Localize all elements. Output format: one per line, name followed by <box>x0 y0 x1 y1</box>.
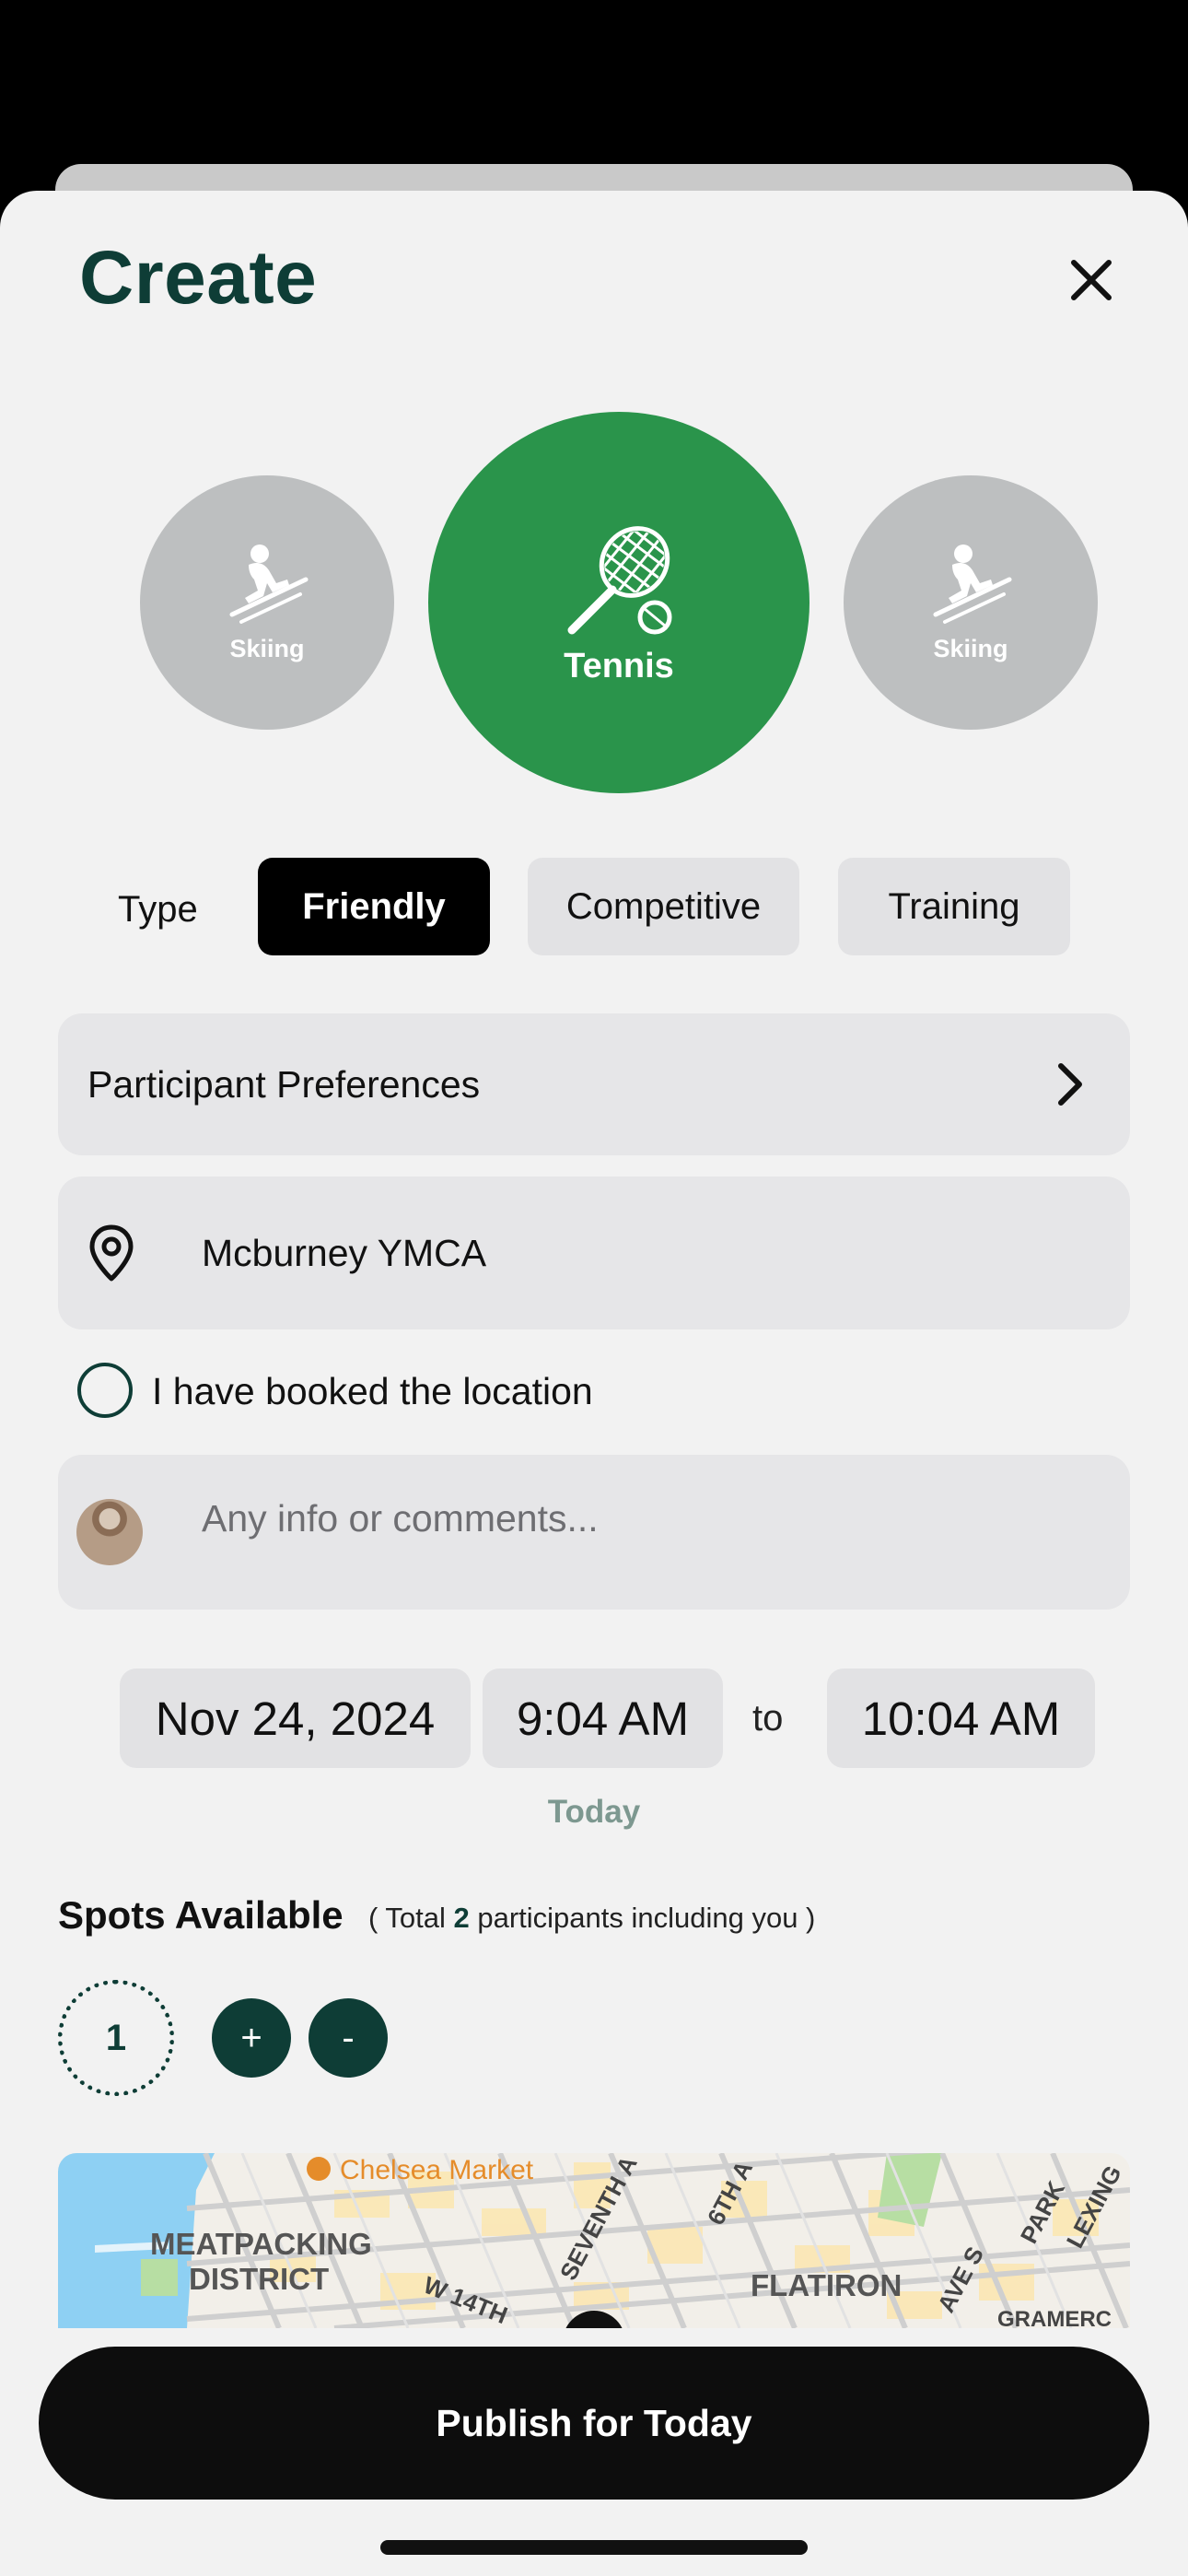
spots-note: ( Total 2 participants including you ) <box>368 1902 815 1935</box>
to-label: to <box>752 1698 784 1739</box>
home-indicator <box>380 2540 808 2555</box>
type-label: Type <box>118 889 198 930</box>
chevron-right-icon <box>1058 1063 1082 1106</box>
map-label-flatiron: FLATIRON <box>751 2268 902 2302</box>
sport-option-skiing-left[interactable]: Skiing <box>140 475 394 730</box>
location-map[interactable]: Chelsea Market MEATPACKING DISTRICT FLAT… <box>58 2153 1130 2328</box>
map-canvas: Chelsea Market MEATPACKING DISTRICT FLAT… <box>58 2153 1130 2328</box>
map-label-meatpacking: MEATPACKING <box>150 2227 372 2261</box>
tennis-racket-icon <box>567 521 678 634</box>
sport-label: Tennis <box>564 646 674 685</box>
spots-count: 1 <box>58 1980 174 2096</box>
map-label-gramercy: GRAMERC <box>997 2307 1112 2328</box>
spots-total: 2 <box>453 1902 470 1934</box>
spots-note-suffix: participants including you ) <box>469 1902 816 1934</box>
sport-label: Skiing <box>933 634 1008 662</box>
location-field[interactable]: Mcburney YMCA <box>58 1177 1130 1329</box>
type-chip-competitive[interactable]: Competitive <box>528 858 799 955</box>
map-label-district: DISTRICT <box>189 2262 329 2296</box>
type-chip-training[interactable]: Training <box>838 858 1070 955</box>
map-label-chelsea-market: Chelsea Market <box>340 2155 534 2185</box>
publish-button[interactable]: Publish for Today <box>39 2347 1149 2500</box>
participant-preferences-label: Participant Preferences <box>87 1062 481 1106</box>
comments-input[interactable]: Any info or comments... <box>202 1497 599 1540</box>
create-sheet: Create Skiing Tennis Skiing Type Friendl… <box>0 191 1188 2576</box>
start-time-picker[interactable]: 9:04 AM <box>483 1669 723 1768</box>
skier-icon <box>933 544 1012 624</box>
sport-label: Skiing <box>229 634 305 662</box>
location-pin-icon <box>89 1224 134 1282</box>
spots-note-prefix: ( Total <box>368 1902 454 1934</box>
sport-option-skiing-right[interactable]: Skiing <box>844 475 1098 730</box>
avatar <box>76 1499 143 1565</box>
end-time-picker[interactable]: 10:04 AM <box>827 1669 1095 1768</box>
relative-day-label: Today <box>547 1794 641 1830</box>
date-picker[interactable]: Nov 24, 2024 <box>120 1669 471 1768</box>
page-title: Create <box>79 236 318 320</box>
skier-icon <box>229 544 309 624</box>
booked-location-radio[interactable] <box>77 1363 133 1418</box>
comments-field[interactable]: Any info or comments... <box>58 1455 1130 1610</box>
participant-preferences-row[interactable]: Participant Preferences <box>58 1013 1130 1155</box>
increment-button[interactable]: + <box>212 1998 291 2078</box>
decrement-button[interactable]: - <box>309 1998 388 2078</box>
sport-option-tennis[interactable]: Tennis <box>428 412 809 793</box>
booked-location-label: I have booked the location <box>152 1370 593 1412</box>
location-value: Mcburney YMCA <box>202 1231 487 1274</box>
close-icon <box>1071 260 1112 300</box>
spots-available-title: Spots Available <box>58 1893 344 1937</box>
close-button[interactable] <box>1059 248 1124 312</box>
type-chip-friendly[interactable]: Friendly <box>258 858 490 955</box>
